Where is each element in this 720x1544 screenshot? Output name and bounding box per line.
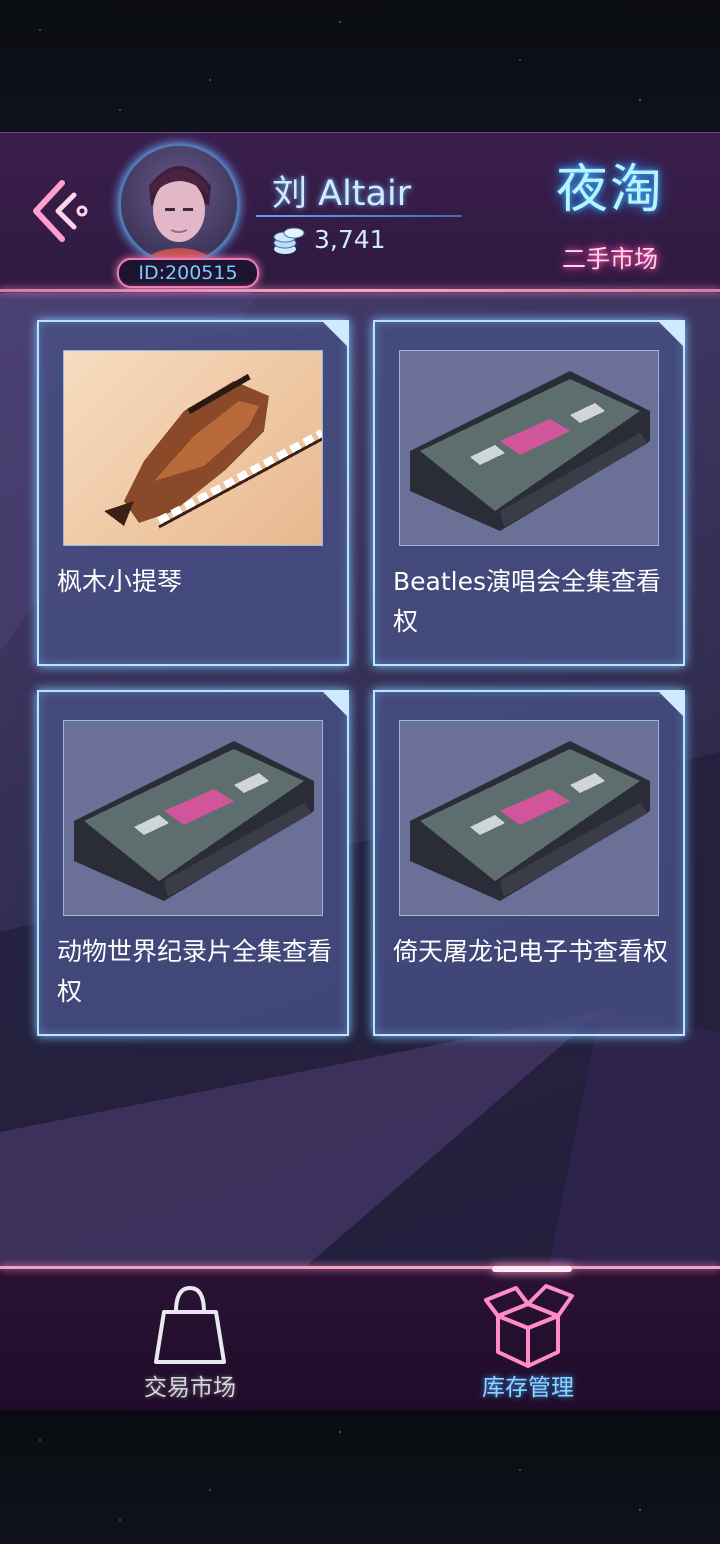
back-chevron-icon[interactable]	[28, 177, 92, 245]
active-tab-indicator	[492, 1266, 572, 1272]
logo-subtitle: 二手市场	[562, 245, 658, 273]
open-box-icon	[484, 1284, 574, 1368]
tab-label: 交易市场	[144, 1375, 236, 1401]
card-corner	[657, 690, 685, 718]
inventory-card[interactable]: Beatles演唱会全集查看权	[373, 320, 685, 666]
item-name: 倚天屠龙记电子书查看权	[393, 937, 669, 966]
player-id-badge: ID:200515	[117, 258, 259, 288]
inventory-card[interactable]: 枫木小提琴	[37, 320, 349, 666]
item-name: 枫木小提琴	[57, 567, 183, 596]
yetao-logo: 夜淘 二手市场	[524, 145, 696, 285]
cassette-tape-icon	[399, 720, 659, 916]
starfield-top	[0, 0, 720, 132]
name-underline	[256, 215, 462, 217]
nav-divider	[0, 1266, 720, 1269]
header-divider	[0, 289, 720, 292]
header-bar: ID:200515 刘 Altair 3,741 夜淘 二手市场	[0, 132, 720, 293]
coin-stack-icon	[273, 227, 305, 254]
avatar-portrait-icon	[139, 166, 219, 262]
tab-trade-market[interactable]: 交易市场	[80, 1282, 300, 1402]
coin-count: 3,741	[314, 225, 386, 254]
starfield-bottom	[0, 1410, 720, 1544]
card-corner	[321, 320, 349, 348]
item-name: 动物世界纪录片全集查看权	[57, 937, 333, 1006]
avatar[interactable]	[118, 143, 240, 265]
violin-pixel-icon	[63, 350, 323, 546]
logo-title: 夜淘	[555, 160, 664, 220]
card-corner	[321, 690, 349, 718]
game-screen: ID:200515 刘 Altair 3,741 夜淘 二手市场 枫木小提琴 B…	[0, 132, 720, 1410]
inventory-card[interactable]: 倚天屠龙记电子书查看权	[373, 690, 685, 1036]
item-name: Beatles演唱会全集查看权	[393, 567, 662, 636]
cassette-tape-icon	[399, 350, 659, 546]
player-name: 刘 Altair	[272, 174, 412, 214]
card-corner	[657, 320, 685, 348]
tab-inventory-management[interactable]: 库存管理	[418, 1282, 638, 1402]
tab-label: 库存管理	[482, 1375, 574, 1401]
shopping-bag-icon	[154, 1285, 226, 1364]
cassette-tape-icon	[63, 720, 323, 916]
inventory-card[interactable]: 动物世界纪录片全集查看权	[37, 690, 349, 1036]
